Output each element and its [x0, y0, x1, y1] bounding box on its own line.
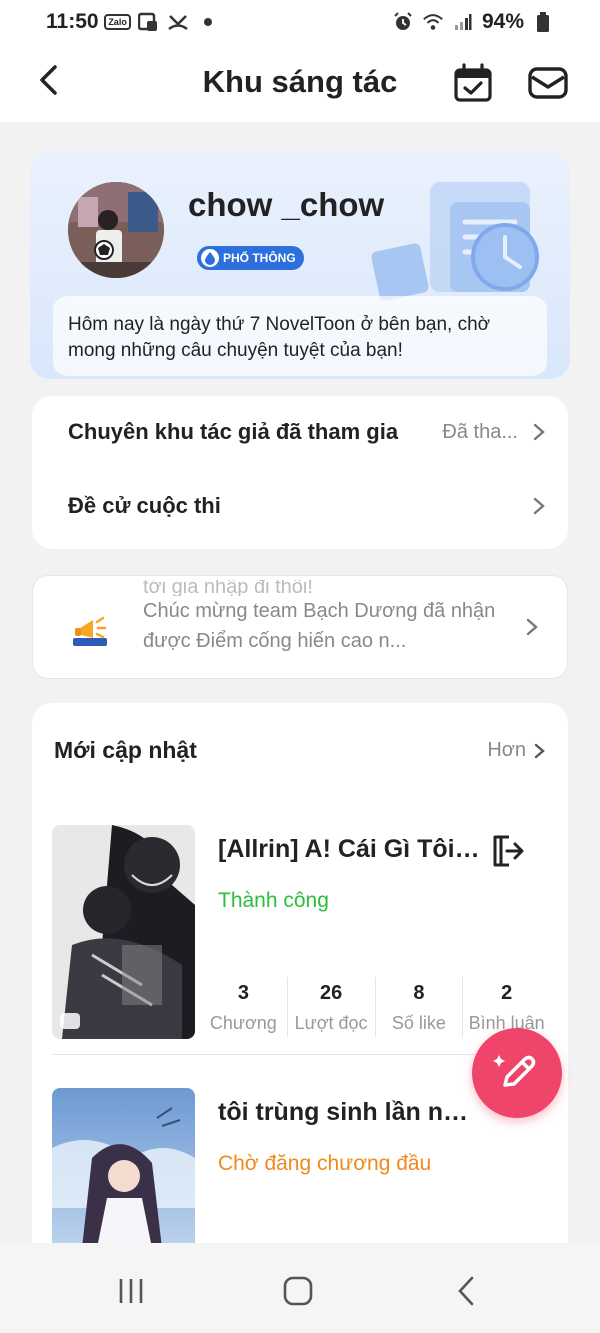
app-header: Khu sáng tác [0, 44, 600, 122]
battery-percentage: 94% [481, 10, 524, 33]
recent-updates-section: Mới cập nhật Hơn [Allrin] A! Cái Gì Tôi … [32, 703, 568, 1243]
book-title: [Allrin] A! Cái Gì Tôi ... [218, 835, 480, 863]
mail-icon [528, 67, 568, 99]
signal-icon [452, 11, 474, 33]
book-title: tôi trùng sinh lần nữa để ... [218, 1098, 480, 1126]
menu-card: Chuyên khu tác giả đã tham gia Đã tha...… [32, 396, 568, 549]
chevron-right-icon [533, 497, 545, 515]
menu-item-label: Đề cử cuộc thi [68, 493, 221, 518]
back-chevron-icon [458, 1276, 474, 1306]
book-stats: 3 Chương 26 Lượt đọc 8 Số like 2 Bình lu… [200, 977, 550, 1037]
stat-value: 8 [413, 982, 425, 1004]
book-item[interactable]: [Allrin] A! Cái Gì Tôi ... Thành công 3 … [52, 825, 552, 1045]
dot-icon [197, 11, 219, 33]
status-time: 11:50 [46, 10, 99, 33]
joined-author-zone-row[interactable]: Chuyên khu tác giả đã tham gia Đã tha... [32, 402, 568, 462]
exit-door-icon [493, 835, 524, 867]
back-button[interactable] [28, 60, 68, 100]
calendar-button[interactable] [452, 62, 494, 104]
more-link[interactable]: Hơn [487, 739, 546, 762]
home-button[interactable] [278, 1273, 318, 1309]
anime-girl-cover-image-icon [52, 1088, 195, 1243]
drop-icon [201, 249, 219, 267]
megaphone-icon [73, 616, 107, 646]
battery-icon [532, 11, 554, 33]
back-arrow-icon [40, 65, 57, 95]
avatar-photo-icon [68, 182, 164, 278]
wifi-icon [422, 11, 444, 33]
contest-nomination-row[interactable]: Đề cử cuộc thi [32, 476, 568, 536]
pencil-icon [493, 1055, 536, 1087]
avatar[interactable] [68, 182, 164, 278]
level-badge-label: PHỔ THÔNG [223, 251, 296, 265]
book-item[interactable]: tôi trùng sinh lần nữa để ... Chờ đăng c… [52, 1088, 552, 1243]
more-label: Hơn [487, 739, 526, 761]
status-bar: 11:50 Zalo 94% [0, 0, 600, 44]
recent-apps-icon [119, 1279, 143, 1303]
page-title: Khu sáng tác [202, 64, 398, 99]
level-badge: PHỔ THÔNG [197, 246, 304, 270]
stat-label: Số like [391, 1013, 446, 1033]
book-cover[interactable] [52, 825, 195, 1039]
stat-label: Chương [209, 1013, 277, 1033]
book-status: Chờ đăng chương đầu [218, 1152, 432, 1175]
missed-call-icon [167, 11, 189, 33]
greeting-message: Hôm nay là ngày thứ 7 NovelToon ở bên bạ… [53, 296, 547, 376]
chevron-right-icon [533, 423, 545, 441]
announcement-banner[interactable]: tới gia nhập đi thôi! Chúc mừng team Bạc… [32, 575, 568, 679]
home-icon [283, 1276, 313, 1306]
stat-likes: 8 Số like [376, 977, 464, 1037]
manga-cover-image-icon [52, 825, 195, 1039]
stat-reads: 26 Lượt đọc [288, 977, 376, 1037]
mail-button[interactable] [526, 62, 570, 104]
write-fab-button[interactable] [472, 1028, 562, 1118]
profile-card: chow _chow PHỔ THÔNG Hôm nay là ngày thứ… [30, 152, 570, 379]
announcement-text-block: tới gia nhập đi thôi! Chúc mừng team Bạc… [143, 580, 503, 656]
writing-illustration-icon [371, 182, 539, 301]
stat-value: 26 [320, 982, 343, 1004]
stat-value: 2 [501, 982, 513, 1004]
chevron-right-icon [526, 618, 538, 636]
system-navigation-bar [0, 1243, 600, 1333]
book-status: Thành công [218, 889, 329, 912]
recent-apps-button[interactable] [111, 1273, 151, 1309]
menu-item-label: Chuyên khu tác giả đã tham gia [68, 419, 399, 444]
announcement-previous-line: tới gia nhập đi thôi! [143, 580, 313, 596]
menu-item-value: Đã tha... [442, 420, 518, 443]
stat-value: 3 [237, 982, 249, 1004]
username: chow _chow [188, 186, 385, 223]
book-cover[interactable] [52, 1088, 195, 1243]
calendar-check-icon [454, 63, 492, 102]
zalo-icon: Zalo [104, 11, 131, 33]
export-button[interactable] [489, 833, 525, 869]
system-back-button[interactable] [446, 1273, 486, 1309]
stat-label: Lượt đọc [294, 1013, 368, 1033]
announcement-text: Chúc mừng team Bạch Dương đã nhận được Đ… [143, 600, 496, 652]
chevron-right-icon [534, 743, 545, 758]
alarm-icon [392, 11, 414, 33]
stat-chapters: 3 Chương [200, 977, 288, 1037]
divider [52, 1054, 548, 1055]
section-title: Mới cập nhật [54, 737, 197, 763]
photo-notification-icon [137, 11, 159, 33]
